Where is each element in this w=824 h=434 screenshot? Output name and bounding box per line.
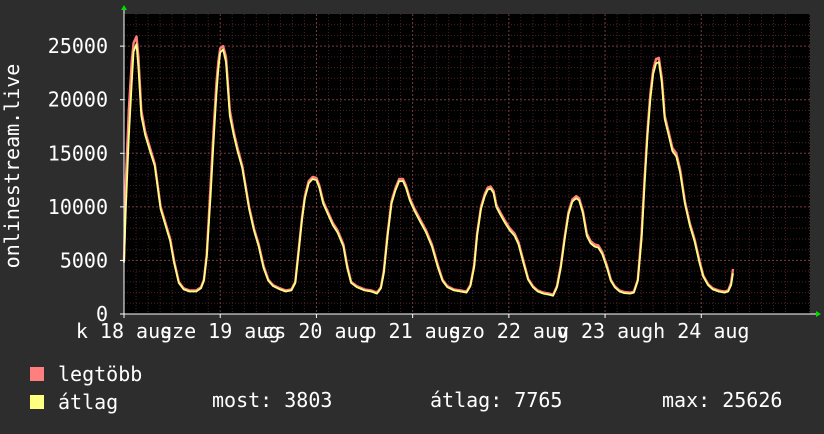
y-tick-label: 10000 bbox=[48, 195, 108, 219]
legend-swatch-avg bbox=[30, 395, 44, 409]
legend-item-avg: átlag bbox=[30, 390, 118, 414]
y-tick-label: 20000 bbox=[48, 88, 108, 112]
stat-maximum: max: 25626 bbox=[662, 388, 783, 412]
x-tick-label: v 23 aug bbox=[557, 319, 653, 343]
legend-item-max: legtöbb bbox=[30, 362, 142, 386]
legend-swatch-max bbox=[30, 367, 44, 381]
y-axis-arrow bbox=[121, 5, 127, 10]
y-axis-label: onlinestream.live bbox=[0, 64, 24, 269]
x-tick-label: k 18 aug bbox=[76, 319, 172, 343]
y-tick-label: 25000 bbox=[48, 34, 108, 58]
stat-average: átlag: 7765 bbox=[430, 388, 563, 412]
x-tick-label: h 24 aug bbox=[653, 319, 749, 343]
y-tick-label: 15000 bbox=[48, 141, 108, 165]
y-tick-label: 5000 bbox=[60, 248, 108, 272]
x-tick-label: p 21 aug bbox=[364, 319, 460, 343]
x-axis-arrow bbox=[816, 311, 821, 317]
stat-current: most: 3803 bbox=[212, 388, 333, 412]
x-tick-label: cs 20 aug bbox=[262, 319, 370, 343]
legend-label-avg: átlag bbox=[58, 390, 119, 414]
x-tick-label: szo 22 aug bbox=[449, 319, 569, 343]
legend-label-max: legtöbb bbox=[58, 362, 143, 386]
